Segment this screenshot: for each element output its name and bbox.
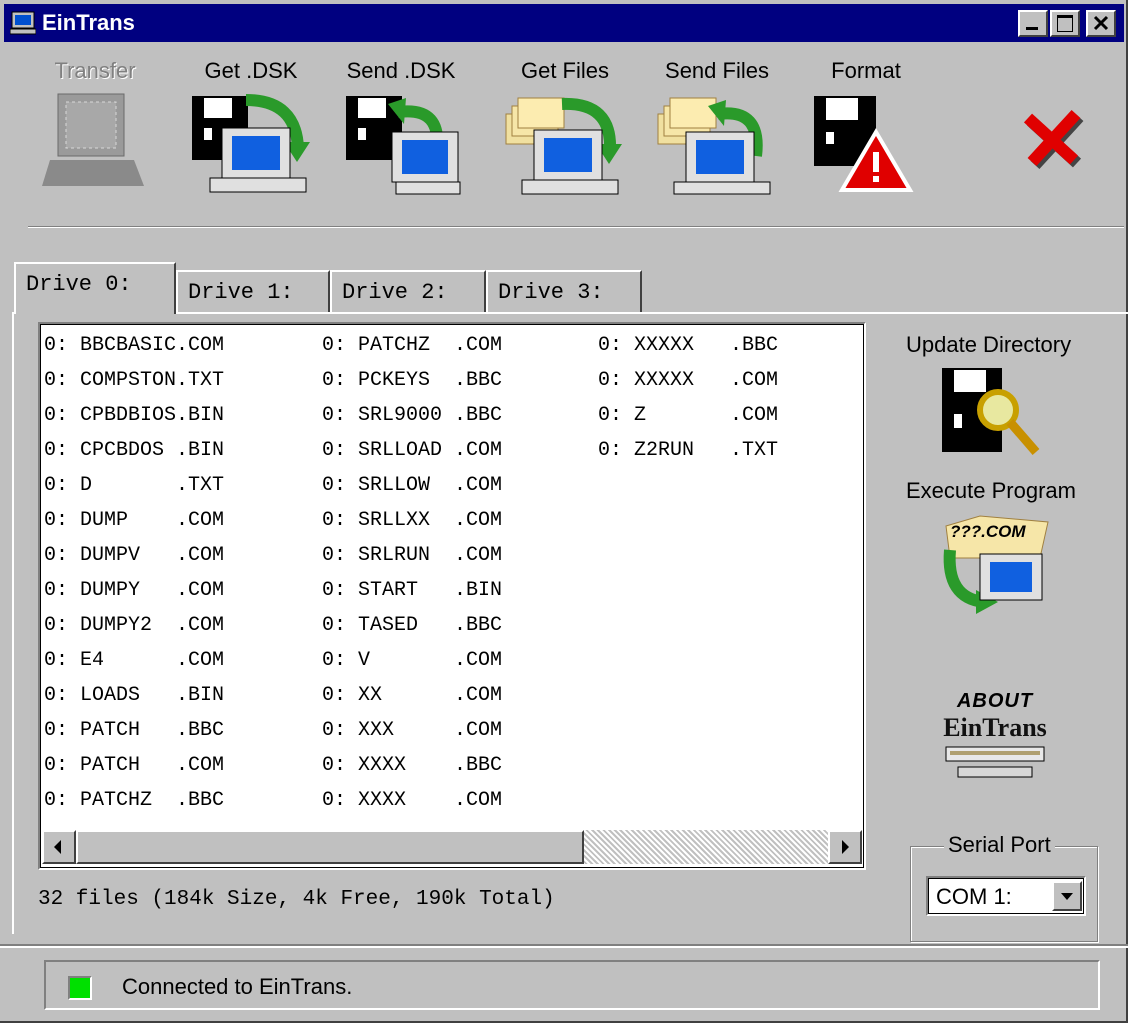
tab-drive-0[interactable]: Drive 0: (14, 262, 176, 314)
scroll-right-button[interactable] (828, 830, 862, 864)
status-separator (0, 944, 1128, 948)
update-directory-label: Update Directory (906, 332, 1072, 357)
list-item[interactable]: 0: XXXX .COM (322, 783, 502, 818)
list-item[interactable]: 0: SRLLOAD .COM (322, 433, 502, 468)
list-item[interactable]: 0: PCKEYS .BBC (322, 363, 502, 398)
list-item[interactable]: 0: XX .COM (322, 678, 502, 713)
get-dsk-label: Get .DSK (204, 58, 298, 83)
minimize-button[interactable] (1018, 10, 1048, 37)
minimize-icon (1026, 27, 1038, 30)
get-files-button[interactable]: Get Files (500, 58, 630, 196)
disk-to-pc-icon (192, 94, 310, 193)
list-item[interactable]: 0: SRLLXX .COM (322, 503, 502, 538)
list-item[interactable]: 0: DUMPV .COM (44, 538, 224, 573)
serial-port-select[interactable]: COM 1: (926, 876, 1086, 916)
list-item[interactable]: 0: DUMPY .COM (44, 573, 224, 608)
folders-to-pc-icon (505, 97, 622, 195)
pc-to-disk-icon (346, 96, 461, 195)
scrollbar-thumb[interactable] (76, 830, 584, 864)
list-item[interactable]: 0: XXX .COM (322, 713, 502, 748)
list-item[interactable]: 0: CPCBDOS .BIN (44, 433, 224, 468)
list-item[interactable]: 0: PATCHZ .COM (322, 328, 502, 363)
format-warning-icon (814, 96, 914, 192)
execute-program-button[interactable]: ???.COM (940, 506, 1060, 616)
about-button[interactable]: ABOUT EinTrans (930, 690, 1060, 800)
status-text: Connected to EinTrans. (122, 974, 353, 999)
keyboard-icon (945, 746, 1045, 778)
tab-drive-2[interactable]: Drive 2: (330, 270, 486, 314)
list-item[interactable]: 0: XXXX .BBC (322, 748, 502, 783)
transfer-label: Transfer (54, 58, 136, 83)
get-dsk-button[interactable]: Get .DSK (186, 58, 316, 196)
file-column-2: 0: PATCHZ .COM 0: PCKEYS .BBC 0: SRL9000… (322, 328, 502, 818)
title-bar[interactable]: EinTrans (4, 4, 1124, 42)
list-item[interactable]: 0: SRL9000 .BBC (322, 398, 502, 433)
dropdown-button[interactable] (1052, 881, 1082, 911)
arrow-left-icon (54, 840, 61, 854)
list-item[interactable]: 0: START .BIN (322, 573, 502, 608)
horizontal-scrollbar[interactable] (42, 830, 862, 864)
list-item[interactable]: 0: SRLLOW .COM (322, 468, 502, 503)
serial-port-value: COM 1: (936, 884, 1012, 909)
list-item[interactable]: 0: XXXXX .BBC (598, 328, 778, 363)
maximize-button[interactable] (1050, 10, 1080, 37)
list-item[interactable]: 0: CPBDBIOS.BIN (44, 398, 224, 433)
close-button[interactable] (1086, 10, 1116, 37)
connection-led-icon (68, 976, 92, 1000)
file-column-1: 0: BBCBASIC.COM 0: COMPSTON.TXT 0: CPBDB… (44, 328, 224, 818)
disk-magnifier-icon (942, 368, 1040, 455)
chevron-down-icon (1061, 893, 1073, 900)
scroll-left-button[interactable] (42, 830, 76, 864)
send-dsk-label: Send .DSK (346, 58, 456, 83)
about-label: ABOUT (956, 690, 1034, 712)
list-item[interactable]: 0: V .COM (322, 643, 502, 678)
format-label: Format (831, 58, 901, 83)
terminal-icon (42, 93, 144, 186)
list-item[interactable]: 0: DUMP .COM (44, 503, 224, 538)
list-item[interactable]: 0: LOADS .BIN (44, 678, 224, 713)
maximize-icon (1057, 15, 1073, 32)
send-files-label: Send Files (665, 58, 769, 83)
close-icon (1093, 15, 1109, 31)
transfer-button: Transfer (40, 58, 150, 190)
list-item[interactable]: 0: PATCH .COM (44, 748, 224, 783)
list-item[interactable]: 0: TASED .BBC (322, 608, 502, 643)
tab-drive-1[interactable]: Drive 1: (176, 270, 330, 314)
eintrans-window: EinTrans Transfer Get .DSK Send .DSK Get… (0, 0, 1128, 1023)
window-title: EinTrans (42, 10, 135, 35)
exit-button[interactable] (1012, 98, 1096, 174)
list-item[interactable]: 0: D .TXT (44, 468, 224, 503)
red-x-icon (1023, 109, 1084, 170)
list-item[interactable]: 0: PATCHZ .BBC (44, 783, 224, 818)
computer-icon (10, 11, 36, 35)
list-item[interactable]: 0: DUMPY2 .COM (44, 608, 224, 643)
toolbar-separator (28, 226, 1124, 228)
file-list[interactable]: 0: BBCBASIC.COM 0: COMPSTON.TXT 0: CPBDB… (38, 322, 866, 870)
arrow-right-icon (842, 840, 849, 854)
execute-icon-label: ???.COM (950, 522, 1026, 541)
send-files-button[interactable]: Send Files (652, 58, 782, 196)
update-directory-button[interactable] (936, 364, 1056, 464)
list-item[interactable]: 0: PATCH .BBC (44, 713, 224, 748)
list-item[interactable]: 0: BBCBASIC.COM (44, 328, 224, 363)
list-item[interactable]: 0: XXXXX .COM (598, 363, 778, 398)
list-item[interactable]: 0: COMPSTON.TXT (44, 363, 224, 398)
send-dsk-button[interactable]: Send .DSK (336, 58, 466, 196)
list-item[interactable]: 0: SRLRUN .COM (322, 538, 502, 573)
format-button[interactable]: Format (806, 58, 926, 196)
get-files-label: Get Files (520, 58, 610, 83)
list-item[interactable]: 0: E4 .COM (44, 643, 224, 678)
file-column-3: 0: XXXXX .BBC 0: XXXXX .COM 0: Z .COM 0:… (598, 328, 778, 468)
about-logo-text: EinTrans (943, 713, 1047, 742)
tab-drive-3[interactable]: Drive 3: (486, 270, 642, 314)
pc-to-folders-icon (657, 97, 771, 195)
execute-program-label: Execute Program (906, 478, 1076, 503)
status-bar: Connected to EinTrans. (44, 960, 1100, 1010)
list-item[interactable]: 0: Z2RUN .TXT (598, 433, 778, 468)
list-item[interactable]: 0: Z .COM (598, 398, 778, 433)
serial-port-label: Serial Port (944, 832, 1055, 858)
file-summary: 32 files (184k Size, 4k Free, 190k Total… (38, 888, 555, 911)
